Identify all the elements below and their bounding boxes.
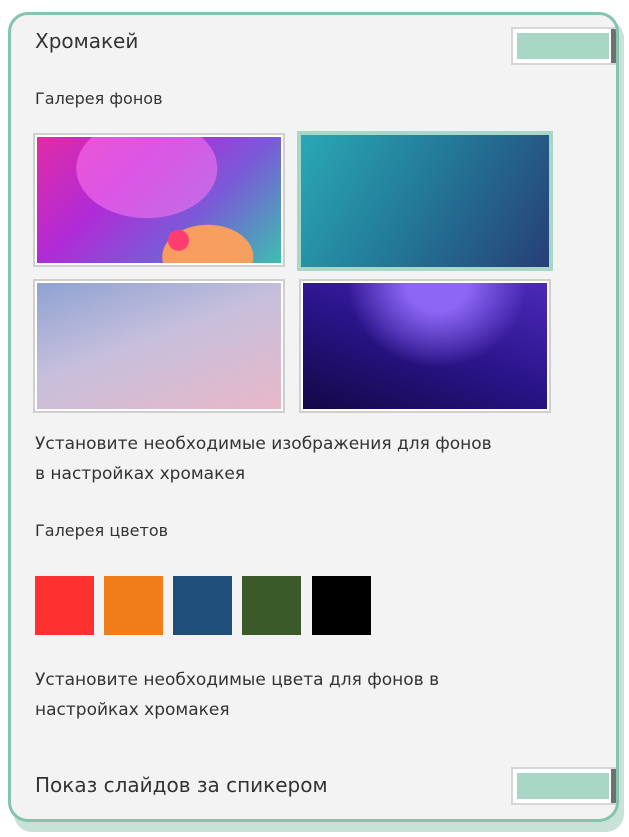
background-image-pink-purple	[37, 137, 281, 263]
colors-help-line-1: Установите необходимые цвета для фонов в	[35, 670, 440, 690]
toggle-fill	[517, 773, 609, 799]
background-thumb-3[interactable]	[33, 279, 285, 413]
background-thumb-2[interactable]	[297, 131, 553, 271]
color-swatch-blue[interactable]	[173, 576, 232, 635]
toggle-fill	[517, 33, 609, 59]
chromakey-settings-panel: Хромакей Галерея фонов Установите необхо…	[8, 12, 619, 822]
color-swatch-black[interactable]	[312, 576, 371, 635]
color-swatch-orange[interactable]	[104, 576, 163, 635]
background-thumb-4[interactable]	[299, 279, 551, 413]
color-swatch-green[interactable]	[242, 576, 301, 635]
backgrounds-heading: Галерея фонов	[35, 89, 163, 108]
colors-heading: Галерея цветов	[35, 521, 169, 540]
background-thumb-1[interactable]	[33, 133, 285, 267]
background-image-lavender-pink	[37, 283, 281, 409]
backgrounds-help-line-2: в настройках хромакея	[35, 464, 246, 484]
slideshow-title: Показ слайдов за спикером	[35, 773, 328, 797]
background-image-deep-purple	[303, 283, 547, 409]
chromakey-toggle[interactable]	[511, 27, 616, 65]
toggle-knob[interactable]	[611, 29, 616, 63]
colors-help-text: Установите необходимые цвета для фонов в…	[35, 665, 439, 725]
colors-help-line-2: настройках хромакея	[35, 700, 230, 720]
backgrounds-help-text: Установите необходимые изображения для ф…	[35, 429, 492, 489]
background-image-teal-blue	[301, 135, 549, 267]
slideshow-toggle[interactable]	[511, 767, 616, 805]
toggle-knob[interactable]	[611, 769, 616, 803]
color-swatch-red[interactable]	[35, 576, 94, 635]
backgrounds-help-line-1: Установите необходимые изображения для ф…	[35, 434, 492, 454]
chromakey-title: Хромакей	[35, 29, 139, 53]
